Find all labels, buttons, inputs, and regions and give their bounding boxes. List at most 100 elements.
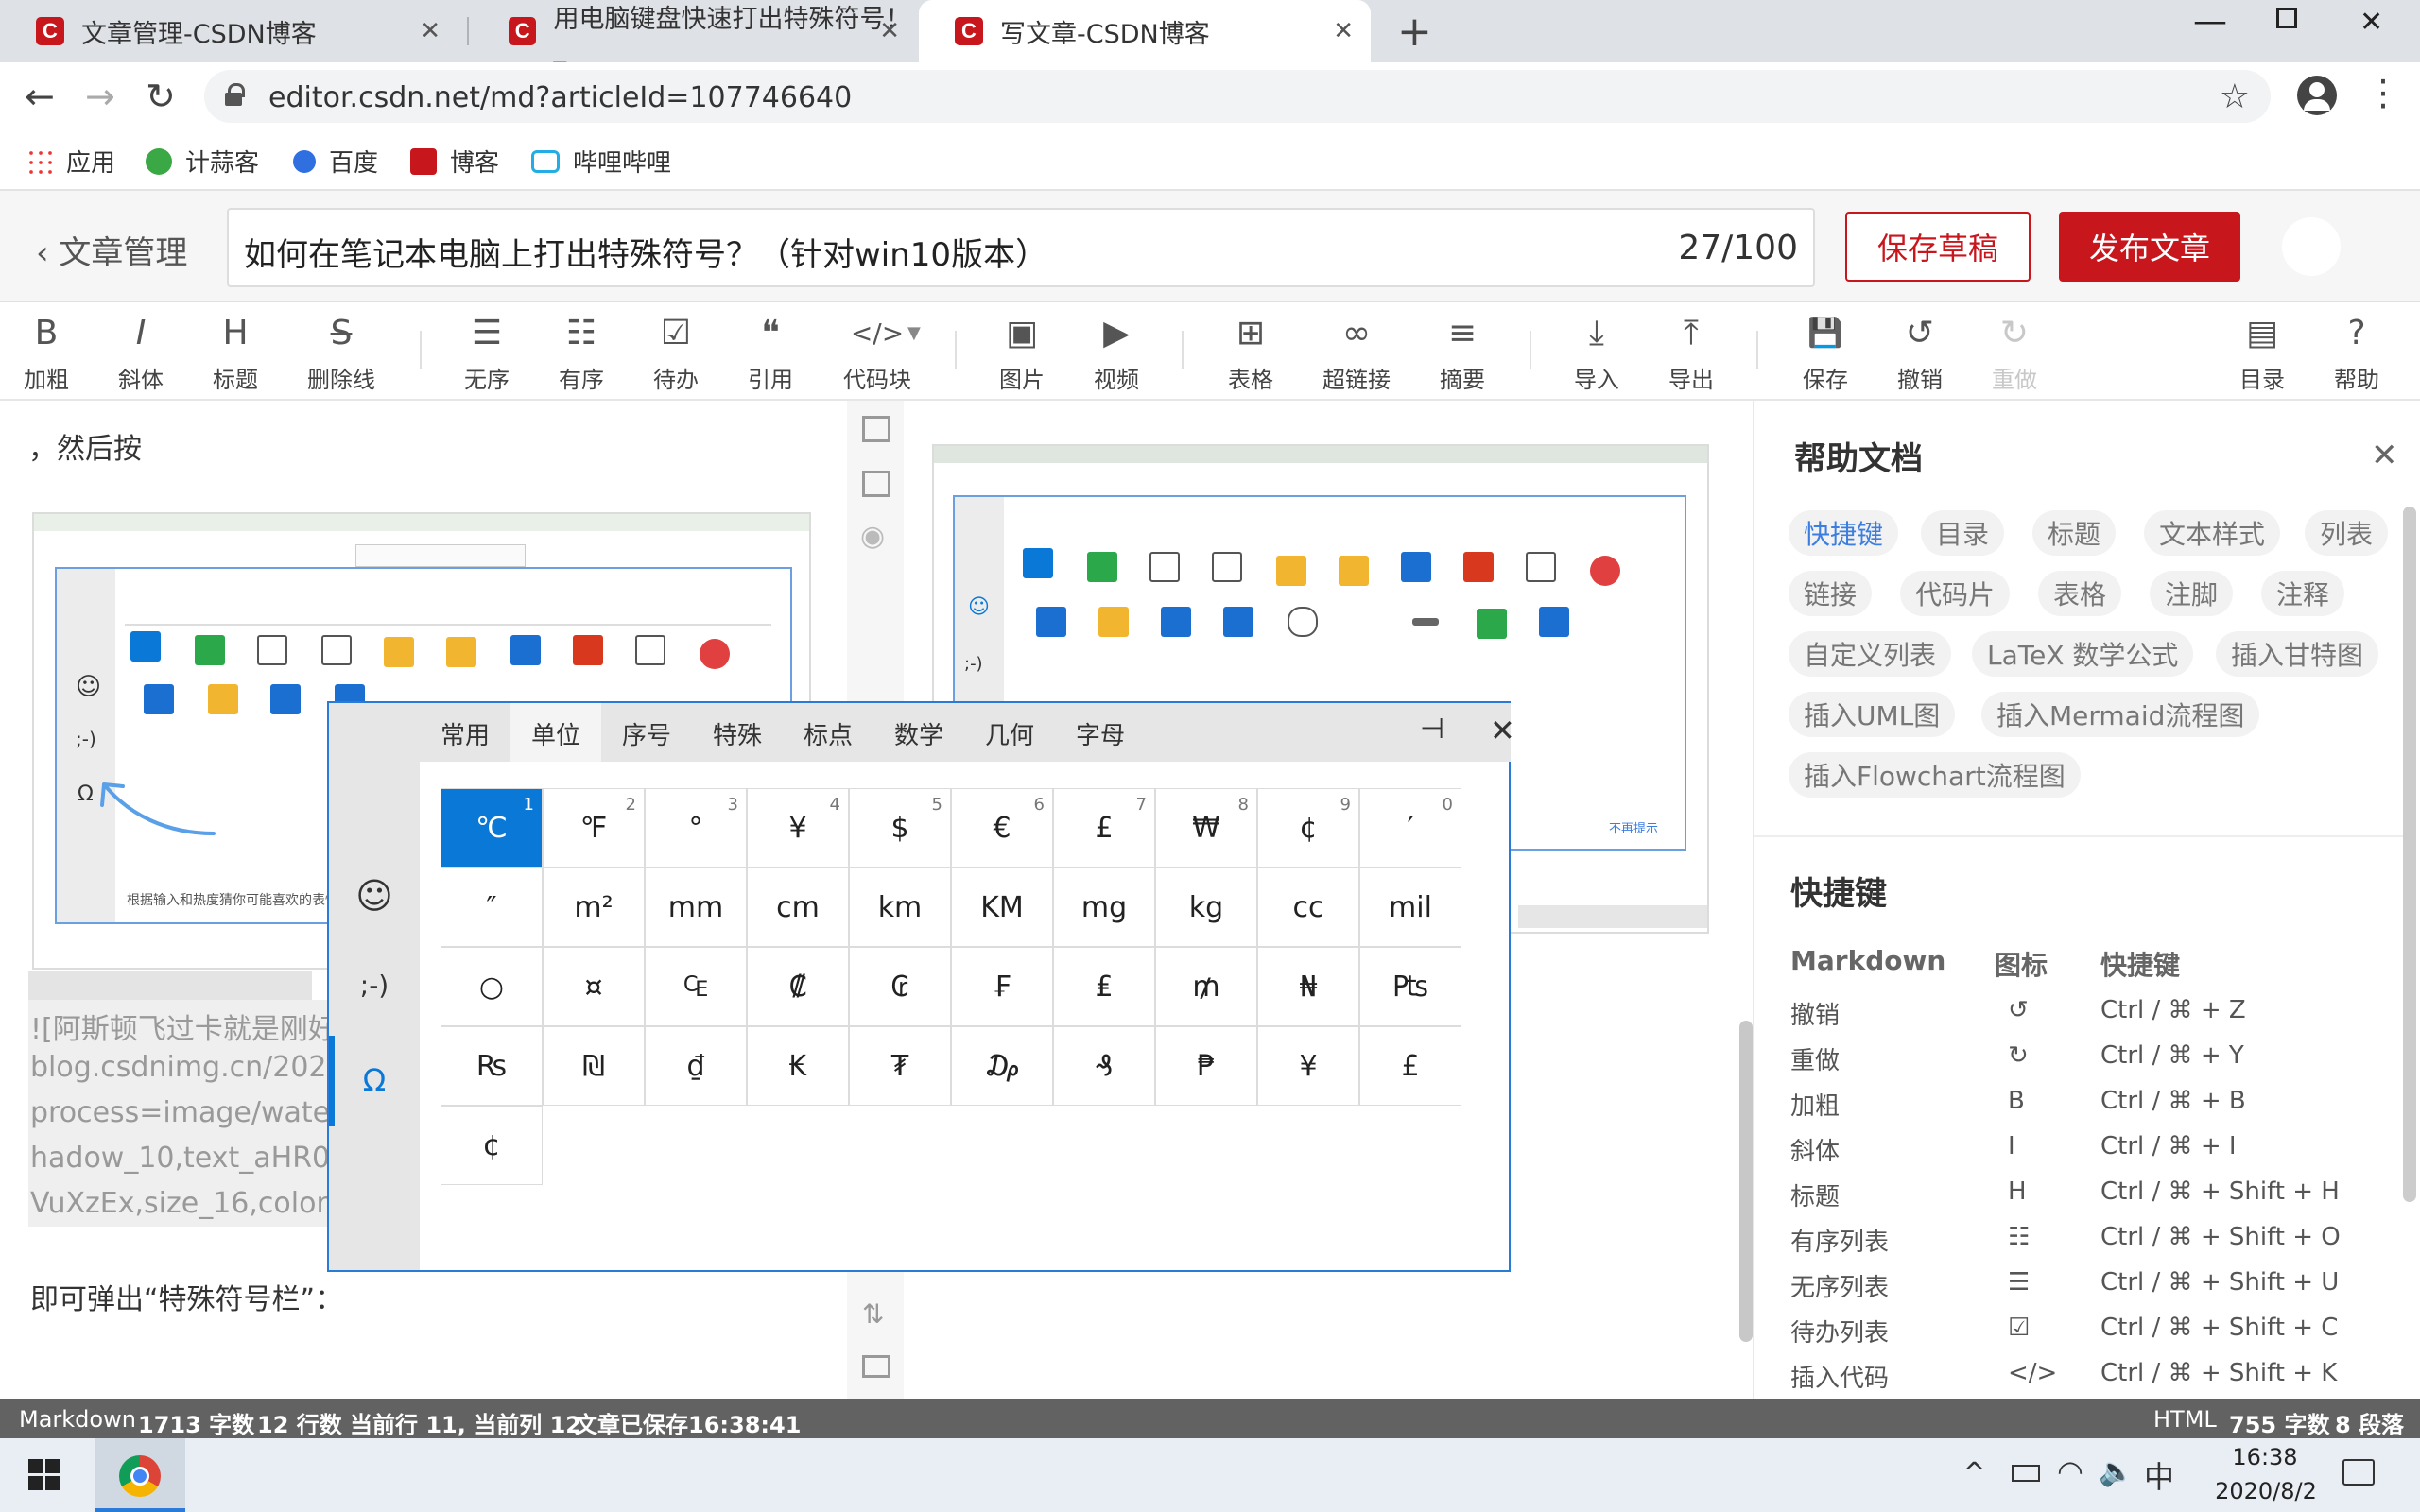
symbol-cell[interactable]: ¥ bbox=[1257, 1026, 1359, 1106]
symbol-cell[interactable]: $5 bbox=[849, 788, 951, 868]
forward-icon[interactable]: → bbox=[85, 76, 115, 117]
hyperlink-button[interactable]: ∞ 超链接 bbox=[1314, 312, 1399, 394]
wifi-icon[interactable]: ◠ bbox=[2057, 1453, 2083, 1489]
tab-units[interactable]: 单位 bbox=[531, 716, 580, 751]
summary-button[interactable]: ≡ 摘要 bbox=[1420, 312, 1505, 394]
todo-button[interactable]: ☑ 待办 bbox=[633, 312, 718, 394]
symbol-cell[interactable]: m² bbox=[543, 868, 645, 947]
minimize-icon[interactable]: — bbox=[2193, 2, 2227, 41]
help-tag[interactable]: 表格 bbox=[2038, 571, 2122, 616]
help-tag[interactable]: 标题 bbox=[2032, 510, 2117, 556]
back-to-article-manage[interactable]: ‹ 文章管理 bbox=[36, 227, 187, 273]
symbol-cell[interactable]: mg bbox=[1053, 868, 1155, 947]
undo-button[interactable]: ↺ 撤销 bbox=[1877, 312, 1962, 394]
symbol-cell[interactable]: KM bbox=[951, 868, 1053, 947]
symbol-cell[interactable]: ₮ bbox=[849, 1026, 951, 1106]
bookmark-baidu[interactable]: 百度 bbox=[293, 144, 378, 179]
symbol-cell[interactable]: ₫ bbox=[645, 1026, 747, 1106]
volume-icon[interactable]: 🔈 bbox=[2099, 1455, 2134, 1488]
tab-letters[interactable]: 字母 bbox=[1076, 716, 1125, 751]
video-button[interactable]: ▶ 视频 bbox=[1074, 312, 1159, 394]
symbol-cell[interactable]: ₢ bbox=[849, 947, 951, 1026]
tab-close-icon[interactable]: ✕ bbox=[1333, 17, 1354, 45]
help-tag[interactable]: 快捷键 bbox=[1789, 510, 1899, 556]
symbol-cell[interactable]: ₡ bbox=[747, 947, 849, 1026]
symbol-cell[interactable]: ₪ bbox=[543, 1026, 645, 1106]
battery-icon[interactable] bbox=[2012, 1465, 2040, 1482]
help-tag[interactable]: 注释 bbox=[2261, 571, 2345, 616]
tab-geometry[interactable]: 几何 bbox=[985, 716, 1034, 751]
help-scrollbar[interactable] bbox=[2403, 507, 2416, 1202]
restore-icon[interactable] bbox=[2276, 8, 2297, 28]
symbol-cell[interactable]: ₩8 bbox=[1155, 788, 1257, 868]
symbol-cell[interactable]: cm bbox=[747, 868, 849, 947]
symbol-cell[interactable]: mm bbox=[645, 868, 747, 947]
tab-close-icon[interactable]: ✕ bbox=[879, 17, 900, 45]
tab-article-manage[interactable]: C 文章管理-CSDN博客 ✕ bbox=[0, 0, 458, 62]
notification-icon[interactable] bbox=[2342, 1459, 2375, 1486]
symbol-cell[interactable]: ¥4 bbox=[747, 788, 849, 868]
tab-close-icon[interactable]: ✕ bbox=[420, 17, 441, 45]
export-button[interactable]: ⤒ 导出 bbox=[1649, 312, 1734, 394]
show-hidden-icons-icon[interactable]: ^ bbox=[1962, 1457, 1986, 1490]
help-tag[interactable]: 目录 bbox=[1921, 510, 2005, 556]
chevron-down-icon[interactable]: ▼ bbox=[908, 323, 921, 343]
help-tag[interactable]: 注脚 bbox=[2150, 571, 2234, 616]
publish-article-button[interactable]: 发布文章 bbox=[2059, 212, 2240, 282]
image-button[interactable]: ▣ 图片 bbox=[979, 312, 1064, 394]
symbol-cell[interactable]: ¢ 9 bbox=[1257, 788, 1359, 868]
symbol-cell[interactable]: ¤ bbox=[543, 947, 645, 1026]
help-tag[interactable]: 链接 bbox=[1789, 571, 1873, 616]
help-tag[interactable]: 插入Mermaid流程图 bbox=[1981, 692, 2260, 737]
bookmark-apps[interactable]: 应用 bbox=[26, 144, 115, 179]
strikethrough-button[interactable]: S 删除线 bbox=[299, 312, 384, 394]
ime-indicator[interactable]: 中 bbox=[2144, 1453, 2174, 1497]
pin-icon[interactable]: ⊣ bbox=[1420, 713, 1444, 746]
help-tag[interactable]: 插入Flowchart流程图 bbox=[1789, 752, 2081, 798]
fullscreen-icon[interactable] bbox=[862, 1355, 890, 1378]
table-button[interactable]: ⊞ 表格 bbox=[1208, 312, 1293, 394]
unordered-list-button[interactable]: ☰ 无序 bbox=[444, 312, 529, 394]
symbol-panel-close-icon[interactable]: ✕ bbox=[1490, 713, 1515, 748]
symbol-cell[interactable]: ₤ bbox=[1053, 947, 1155, 1026]
symbol-cell[interactable]: km bbox=[849, 868, 951, 947]
import-button[interactable]: ⤓ 导入 bbox=[1554, 312, 1639, 394]
back-icon[interactable]: ← bbox=[25, 76, 55, 117]
symbol-cell[interactable]: kg bbox=[1155, 868, 1257, 947]
profile-avatar-icon[interactable] bbox=[2297, 76, 2337, 115]
reload-icon[interactable]: ↻ bbox=[146, 76, 176, 117]
save-button[interactable]: 💾 保存 bbox=[1783, 312, 1868, 394]
symbol-cell[interactable]: ○ bbox=[441, 947, 543, 1026]
symbol-cell[interactable]: ′ 0 bbox=[1359, 788, 1461, 868]
redo-button[interactable]: ↻ 重做 bbox=[1972, 312, 2057, 394]
italic-button[interactable]: I 斜体 bbox=[98, 312, 183, 394]
save-draft-button[interactable]: 保存草稿 bbox=[1845, 212, 2031, 282]
kaomoji-category-icon[interactable]: ;-) bbox=[329, 970, 420, 1001]
symbol-cell[interactable]: cc bbox=[1257, 868, 1359, 947]
help-tag[interactable]: 列表 bbox=[2305, 510, 2389, 556]
user-avatar[interactable] bbox=[2282, 217, 2341, 276]
toc-button[interactable]: ▤ 目录 bbox=[2220, 312, 2305, 394]
preview-scrollbar[interactable] bbox=[1739, 1021, 1753, 1342]
symbol-cell[interactable]: £7 bbox=[1053, 788, 1155, 868]
symbol-cell[interactable]: ₨ bbox=[441, 1026, 543, 1106]
symbol-cell[interactable]: ₠ bbox=[645, 947, 747, 1026]
help-tag[interactable]: 代码片 bbox=[1900, 571, 2011, 616]
chrome-taskbar-button[interactable] bbox=[95, 1438, 185, 1512]
symbol-cell[interactable]: ℃ 1 bbox=[441, 788, 543, 868]
sync-scroll-icon[interactable]: ⇅ bbox=[862, 1298, 884, 1330]
symbol-cell[interactable]: ₣ bbox=[951, 947, 1053, 1026]
bookmark-blog[interactable]: 博客 bbox=[410, 144, 499, 179]
tab-keyboard-symbols[interactable]: C 用电脑键盘快速打出特殊符号！_ ✕ bbox=[473, 0, 917, 64]
bold-button[interactable]: B 加粗 bbox=[4, 312, 89, 394]
quote-button[interactable]: ❝ 引用 bbox=[728, 312, 813, 394]
tab-ordinal[interactable]: 序号 bbox=[622, 716, 671, 751]
browser-menu-icon[interactable]: ⋮ bbox=[2365, 72, 2401, 113]
article-title-input[interactable]: 如何在笔记本电脑上打出特殊符号？（针对win10版本） 27/100 bbox=[227, 208, 1815, 287]
help-tag[interactable]: LaTeX 数学公式 bbox=[1972, 631, 2194, 677]
symbol-cell[interactable]: ₦ bbox=[1257, 947, 1359, 1026]
symbol-cell[interactable]: ℉ 2 bbox=[543, 788, 645, 868]
emoji-category-icon[interactable]: ☺ bbox=[329, 875, 420, 917]
url-bar[interactable]: editor.csdn.net/md?articleId=107746640 ☆ bbox=[204, 70, 2271, 123]
preview-eye-icon[interactable]: ◉ bbox=[860, 520, 885, 553]
